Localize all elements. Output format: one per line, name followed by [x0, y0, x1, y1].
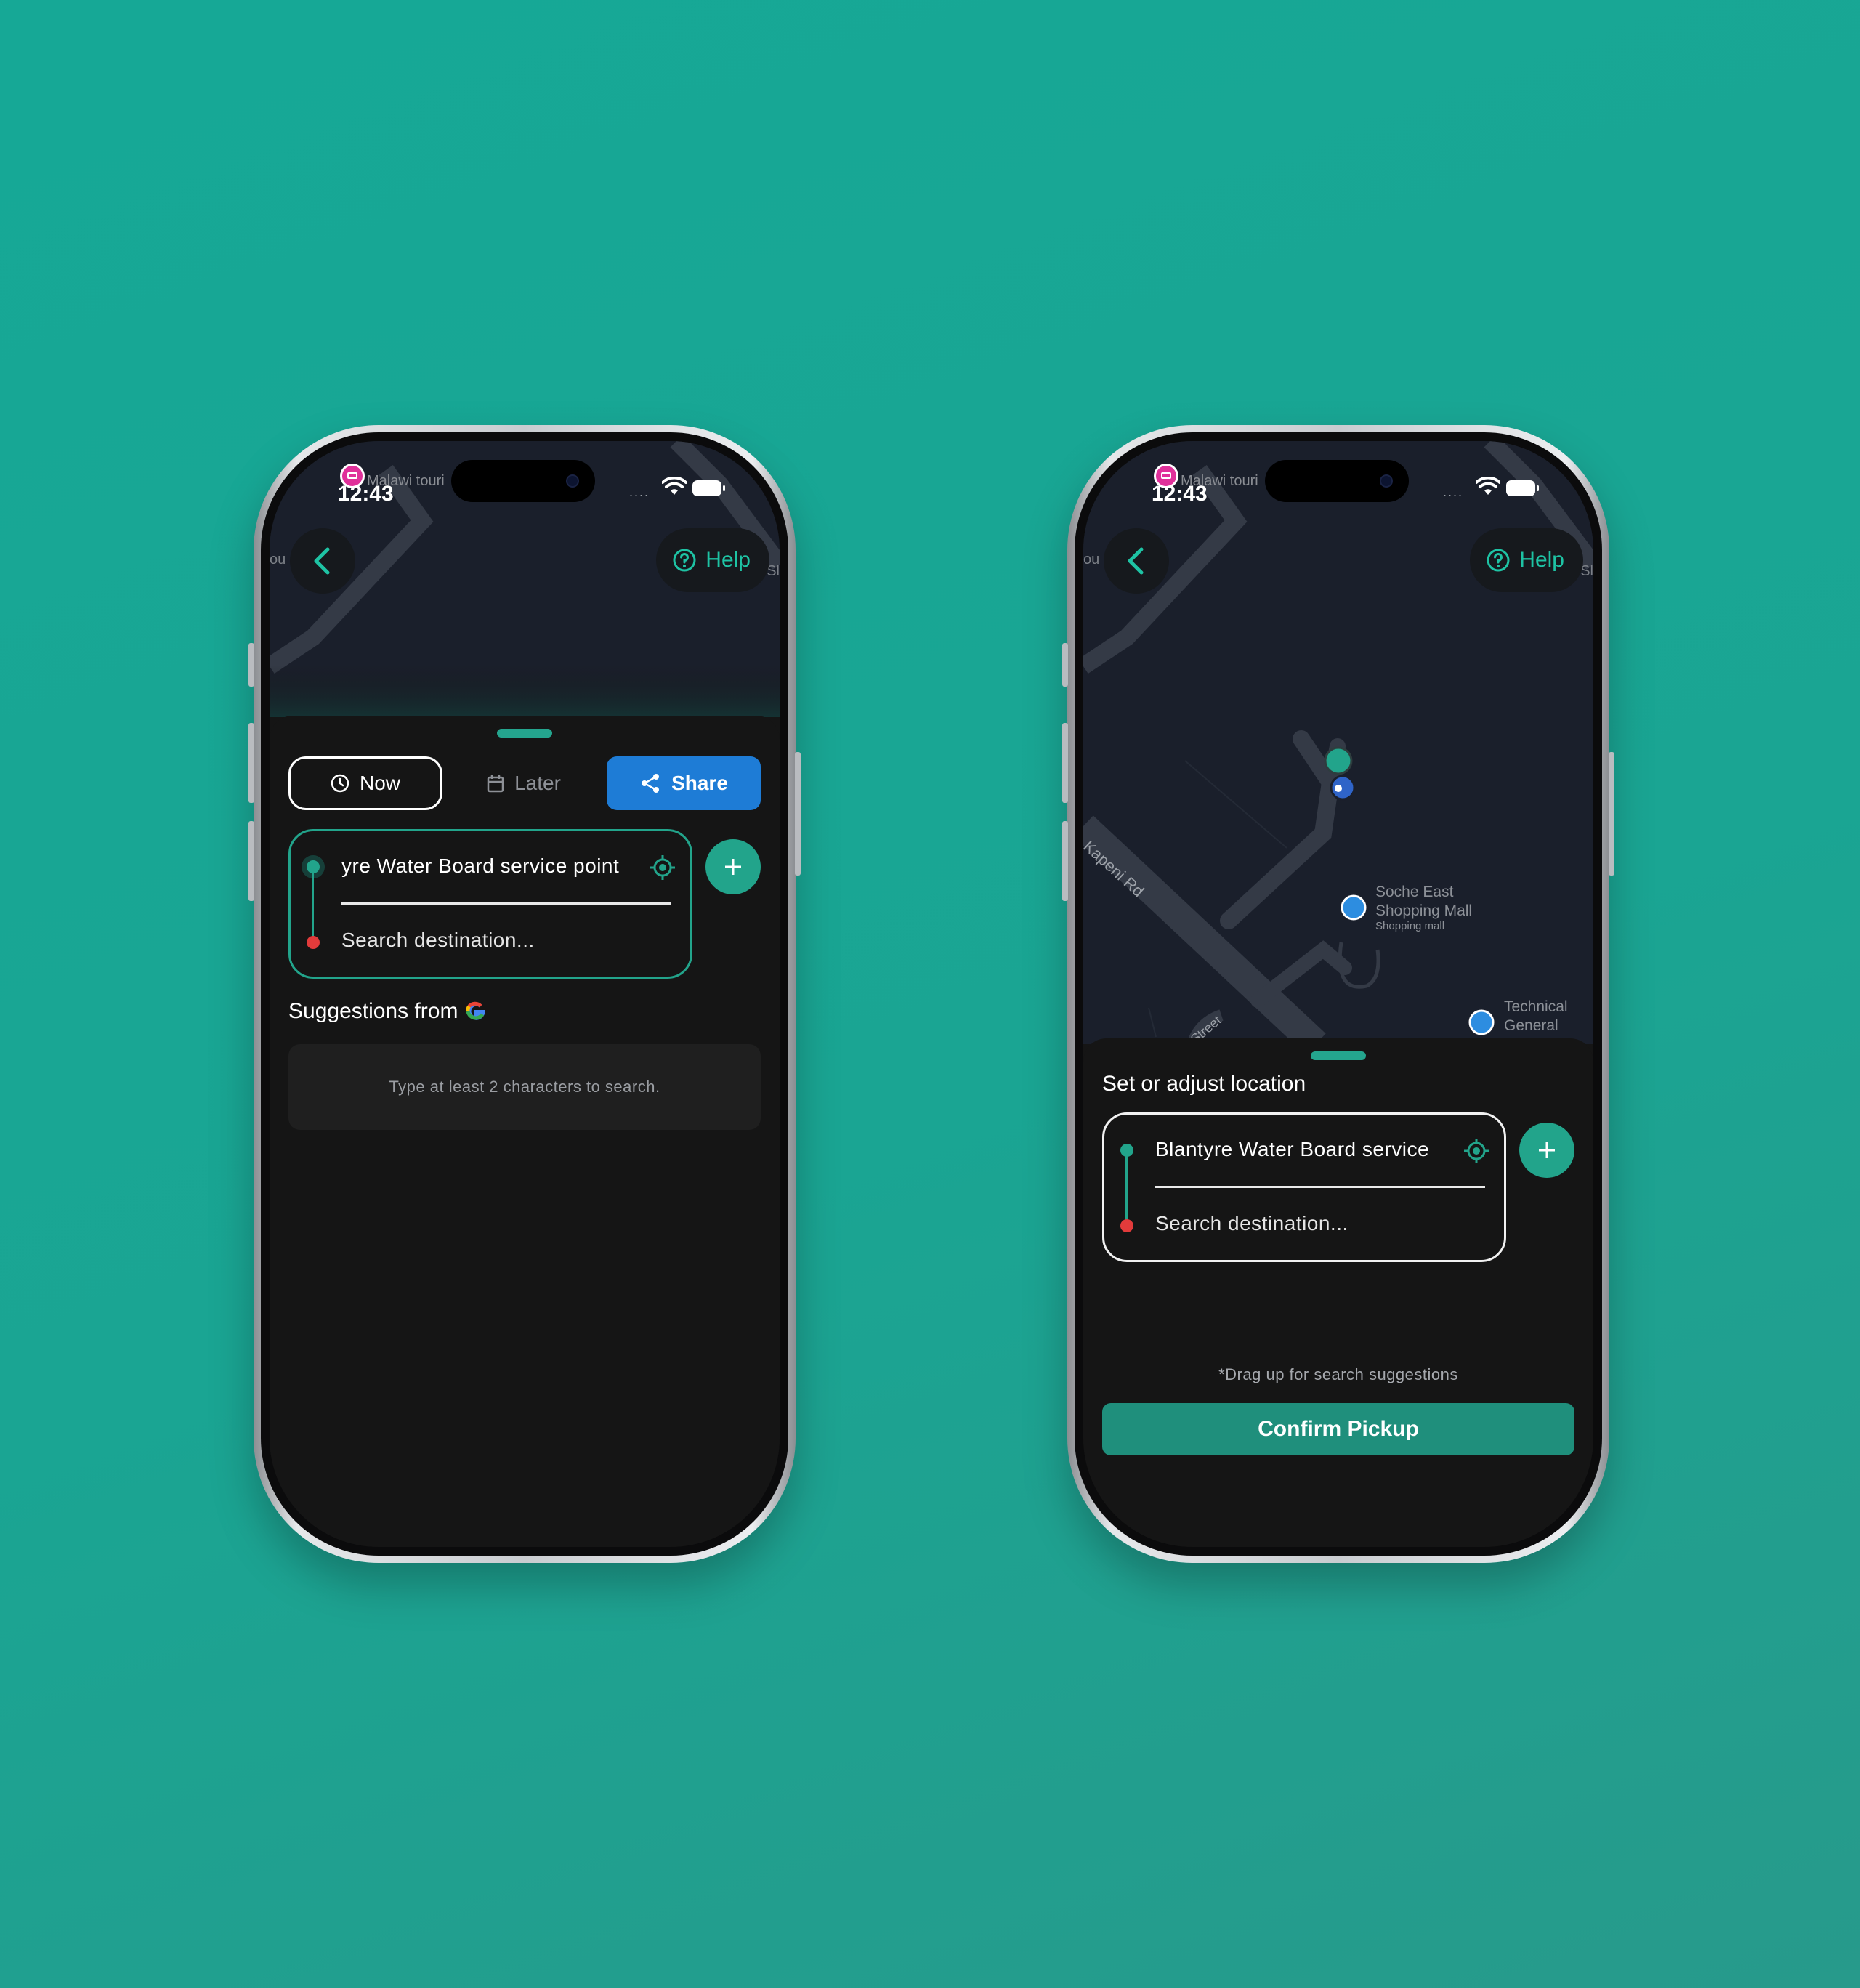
pickup-dot-icon: [307, 860, 320, 873]
share-label: Share: [671, 772, 728, 794]
chevron-left-icon: [1128, 547, 1144, 575]
sheet-title: Set or adjust location: [1102, 1072, 1306, 1096]
status-bar: Malawi touri 12:43 ....: [270, 441, 780, 514]
dynamic-island: [451, 460, 595, 502]
suggestions-title: Suggestions from: [288, 999, 488, 1024]
input-divider: [341, 902, 671, 905]
map-edge-label: ou: [270, 551, 286, 567]
route-inputs: Blantyre Water Board service Search dest…: [1102, 1112, 1506, 1262]
destination-input[interactable]: Search destination...: [1155, 1212, 1348, 1235]
route-inputs: yre Water Board service point Search des…: [288, 829, 692, 979]
locate-icon[interactable]: [1463, 1138, 1489, 1164]
signal-icon: ....: [1443, 485, 1464, 499]
poi-soche-east[interactable]: Soche East Shopping Mall Shopping mall: [1375, 883, 1472, 932]
now-label: Now: [359, 772, 400, 794]
clock: 12:43: [1152, 482, 1208, 506]
volume-up-button: [248, 723, 254, 803]
drag-handle[interactable]: [497, 729, 552, 738]
back-button[interactable]: [290, 528, 355, 594]
signal-icon: ....: [629, 485, 650, 499]
wifi-icon: [1476, 477, 1500, 495]
confirm-pickup-button[interactable]: Confirm Pickup: [1102, 1403, 1574, 1455]
later-label: Later: [514, 772, 561, 794]
action-button: [248, 643, 254, 687]
help-button[interactable]: Help: [1470, 528, 1583, 592]
volume-down-button: [1062, 821, 1068, 901]
phone-right: Malawi touri 12:43 .... ou Sl Help Kapen…: [1062, 425, 1614, 1563]
drag-hint: *Drag up for search suggestions: [1218, 1365, 1458, 1383]
battery-icon: [692, 480, 725, 496]
help-button[interactable]: Help: [656, 528, 769, 592]
help-circle-icon: [1487, 549, 1510, 572]
suggestions-empty-state: Type at least 2 characters to search.: [288, 1044, 761, 1130]
battery-icon: [1506, 480, 1539, 496]
destination-dot-icon: [307, 936, 320, 949]
clock: 12:43: [338, 482, 394, 506]
wifi-icon: [662, 477, 687, 495]
status-bar: Malawi touri 12:43 ....: [1083, 441, 1593, 514]
suggestions-label: Suggestions from: [288, 999, 458, 1023]
dynamic-island: [1265, 460, 1409, 502]
poi-name-line1: Soche East: [1375, 884, 1454, 900]
calendar-icon: [487, 775, 504, 793]
plus-icon: [725, 859, 741, 875]
plus-icon: [1539, 1142, 1555, 1158]
bottom-sheet[interactable]: Set or adjust location Blantyre Water Bo…: [1083, 1038, 1593, 1547]
screen-left: Malawi touri 12:43 .... ou Sl Help Now L…: [270, 441, 780, 1547]
poi-category: Shopping mall: [1375, 920, 1445, 932]
help-label: Help: [705, 548, 751, 572]
ride-time-segments: Now Later Share: [288, 756, 761, 810]
screen-right: Malawi touri 12:43 .... ou Sl Help Kapen…: [1083, 441, 1593, 1547]
help-label: Help: [1519, 548, 1564, 572]
clock-icon: [331, 774, 349, 793]
later-button[interactable]: Later: [473, 756, 575, 810]
help-circle-icon: [673, 549, 696, 572]
locate-icon[interactable]: [650, 854, 676, 881]
add-stop-button[interactable]: [1519, 1123, 1574, 1178]
volume-down-button: [248, 821, 254, 901]
pickup-input[interactable]: Blantyre Water Board service: [1155, 1138, 1429, 1161]
pickup-input[interactable]: yre Water Board service point: [341, 854, 619, 878]
side-button: [795, 752, 801, 876]
route-connector: [1125, 1155, 1128, 1222]
poi-name-line2: Shopping Mall: [1375, 902, 1473, 919]
bottom-sheet[interactable]: Now Later Share yre Water Board service …: [270, 716, 780, 1547]
share-button[interactable]: Share: [607, 756, 761, 810]
volume-up-button: [1062, 723, 1068, 803]
map-edge-label: ou: [1083, 551, 1100, 567]
back-button[interactable]: [1104, 528, 1169, 594]
destination-dot-icon: [1120, 1219, 1133, 1232]
now-button[interactable]: Now: [288, 756, 442, 810]
side-button: [1609, 752, 1614, 876]
chevron-left-icon: [314, 547, 330, 575]
destination-input[interactable]: Search destination...: [341, 929, 535, 952]
action-button: [1062, 643, 1068, 687]
input-divider: [1155, 1186, 1485, 1188]
poi-name-line1: Technical: [1504, 998, 1568, 1015]
phone-left: Malawi touri 12:43 .... ou Sl Help Now L…: [248, 425, 801, 1563]
share-icon: [642, 774, 660, 793]
google-icon: [466, 1001, 486, 1020]
route-connector: [312, 873, 314, 940]
drag-handle[interactable]: [1311, 1051, 1366, 1060]
add-stop-button[interactable]: [705, 839, 761, 894]
